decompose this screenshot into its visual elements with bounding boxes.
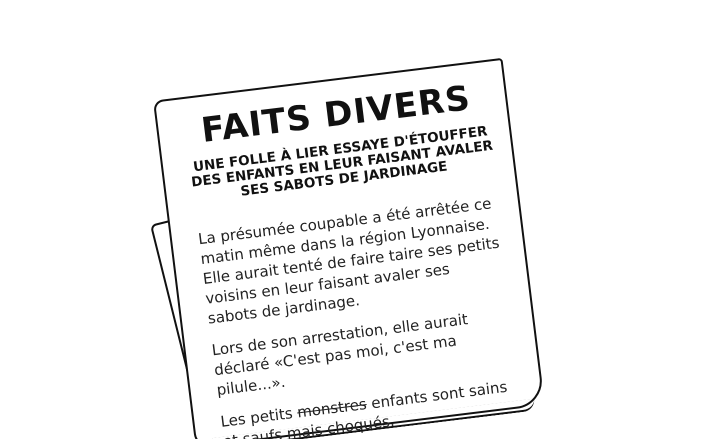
article-paragraph-1: La présumée coupable a été arrêtée ce ma… xyxy=(197,192,511,328)
illustration-canvas: se re V Ic FAITS DIVERS UNE FOLLE À LIER… xyxy=(0,0,720,439)
front-newspaper-sheet: FAITS DIVERS UNE FOLLE À LIER ESSAYE D'É… xyxy=(152,57,546,439)
